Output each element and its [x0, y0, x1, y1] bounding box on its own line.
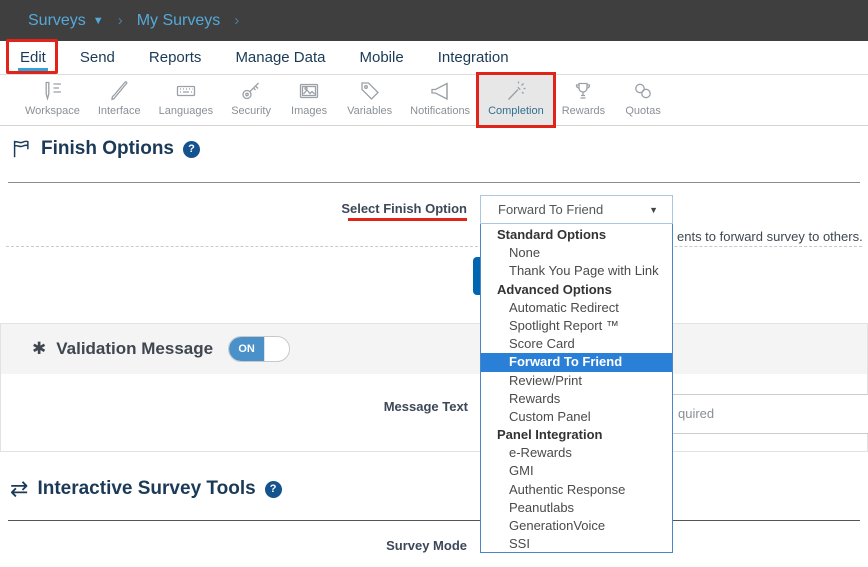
- finish-option-dropdown: Standard OptionsNoneThank You Page with …: [480, 223, 673, 553]
- toolbar-item-label: Interface: [98, 105, 141, 117]
- divider: [8, 520, 860, 521]
- image-icon: [297, 79, 321, 103]
- toolbar-item-quotas[interactable]: Quotas: [614, 75, 672, 125]
- toolbar-item-label: Completion: [488, 105, 544, 117]
- top-navigation-bar: Surveys ▼ › My Surveys ›: [0, 0, 868, 41]
- asterisk-icon: ✱: [32, 339, 46, 359]
- survey-mode-label: Survey Mode: [240, 538, 467, 553]
- breadcrumb-item-my-surveys[interactable]: My Surveys: [137, 12, 221, 30]
- toolbar-item-label: Rewards: [562, 105, 605, 117]
- dropdown-option-authentic-response[interactable]: Authentic Response: [481, 481, 672, 499]
- page: Surveys ▼ › My Surveys › Edit Send Reports Mana…: [0, 0, 868, 567]
- menu-item-reports[interactable]: Reports: [147, 45, 204, 71]
- dropdown-group-panel-integration: Panel Integration: [481, 426, 672, 444]
- validation-message-card: ✱ Validation Message ON Message Text qui…: [0, 323, 868, 452]
- help-icon[interactable]: ?: [183, 141, 200, 158]
- flag-icon: [10, 138, 32, 160]
- dropdown-option-none[interactable]: None: [481, 244, 672, 262]
- dropdown-option-gmi[interactable]: GMI: [481, 462, 672, 480]
- key-icon: [239, 79, 263, 103]
- arrows-swap-icon: ⇄: [10, 479, 28, 499]
- dropdown-group-standard-options: Standard Options: [481, 226, 672, 244]
- breadcrumb-separator-icon: ›: [234, 12, 239, 29]
- dropdown-option-custom-panel[interactable]: Custom Panel: [481, 408, 672, 426]
- toolbar-item-completion[interactable]: Completion: [479, 75, 553, 125]
- annotation-box: [6, 39, 58, 74]
- validation-message-header: ✱ Validation Message ON: [1, 324, 867, 374]
- toolbar-item-label: Security: [231, 105, 271, 117]
- chevron-down-icon: ▼: [649, 205, 658, 215]
- dropdown-option-score-card[interactable]: Score Card: [481, 335, 672, 353]
- toolbar-item-workspace[interactable]: Workspace: [16, 75, 89, 125]
- section-title: Finish Options: [41, 138, 174, 160]
- message-text-label: Message Text: [241, 399, 468, 414]
- dashed-divider: [6, 246, 862, 247]
- toolbar-item-label: Images: [291, 105, 327, 117]
- dropdown-option-rewards[interactable]: Rewards: [481, 390, 672, 408]
- annotation-underline: [348, 218, 467, 221]
- toolbar: Workspace Interface Languages Security Image…: [0, 75, 868, 126]
- input-value-fragment: quired: [678, 406, 714, 421]
- selected-option-text: Forward To Friend: [498, 202, 649, 217]
- toolbar-item-label: Languages: [159, 105, 213, 117]
- forward-note-fragment: ents to forward survey to others. ?: [677, 228, 868, 245]
- validation-toggle[interactable]: ON: [228, 336, 290, 362]
- toolbar-item-label: Workspace: [25, 105, 80, 117]
- section-title: Interactive Survey Tools: [37, 478, 255, 500]
- dropdown-option-forward-to-friend[interactable]: Forward To Friend: [481, 353, 672, 371]
- toolbar-item-notifications[interactable]: Notifications: [401, 75, 479, 125]
- finish-options-header: Finish Options ?: [10, 138, 200, 160]
- toolbar-item-interface[interactable]: Interface: [89, 75, 150, 125]
- toolbar-item-images[interactable]: Images: [280, 75, 338, 125]
- toolbar-item-languages[interactable]: Languages: [150, 75, 222, 125]
- dropdown-option-peanutlabs[interactable]: Peanutlabs: [481, 499, 672, 517]
- brush-icon: [107, 79, 131, 103]
- toolbar-item-rewards[interactable]: Rewards: [553, 75, 614, 125]
- megaphone-icon: [428, 79, 452, 103]
- menu-item-edit[interactable]: Edit: [18, 45, 48, 71]
- help-icon[interactable]: ?: [265, 481, 282, 498]
- dropdown-option-thank-you-page-with-link[interactable]: Thank You Page with Link: [481, 262, 672, 280]
- trophy-icon: [571, 79, 595, 103]
- menu-item-mobile[interactable]: Mobile: [358, 45, 406, 71]
- caret-down-icon: ▼: [93, 15, 104, 27]
- menu-bar: Edit Send Reports Manage Data Mobile Integrat…: [0, 41, 868, 75]
- menu-item-manage-data[interactable]: Manage Data: [233, 45, 327, 71]
- dropdown-option-e-rewards[interactable]: e-Rewards: [481, 444, 672, 462]
- dropdown-group-advanced-options: Advanced Options: [481, 281, 672, 299]
- dropdown-option-review-print[interactable]: Review/Print: [481, 372, 672, 390]
- menu-item-integration[interactable]: Integration: [436, 45, 511, 71]
- toolbar-item-variables[interactable]: Variables: [338, 75, 401, 125]
- links-icon: [631, 79, 655, 103]
- toolbar-item-label: Variables: [347, 105, 392, 117]
- dropdown-option-generationvoice[interactable]: GenerationVoice: [481, 517, 672, 535]
- tag-icon: [358, 79, 382, 103]
- interactive-tools-header: ⇄ Interactive Survey Tools ?: [10, 478, 282, 500]
- dropdown-option-spotlight-report[interactable]: Spotlight Report ™: [481, 317, 672, 335]
- toolbar-item-label: Notifications: [410, 105, 470, 117]
- dropdown-option-automatic-redirect[interactable]: Automatic Redirect: [481, 299, 672, 317]
- menu-item-send[interactable]: Send: [78, 45, 117, 71]
- select-finish-option-label: Select Finish Option: [240, 201, 467, 216]
- breadcrumb-item-surveys[interactable]: Surveys: [28, 12, 86, 30]
- toggle-knob[interactable]: [264, 337, 289, 361]
- card-title: Validation Message: [56, 339, 213, 359]
- pencil-lines-icon: [40, 79, 64, 103]
- dropdown-option-ssi[interactable]: SSI: [481, 535, 672, 553]
- finish-option-select[interactable]: Forward To Friend ▼: [480, 195, 673, 224]
- toolbar-item-label: Quotas: [625, 105, 660, 117]
- keyboard-icon: [174, 79, 198, 103]
- breadcrumb-separator-icon: ›: [118, 12, 123, 29]
- toggle-on-segment: ON: [229, 337, 264, 361]
- wand-icon: [504, 79, 528, 103]
- divider: [8, 182, 860, 183]
- toolbar-item-security[interactable]: Security: [222, 75, 280, 125]
